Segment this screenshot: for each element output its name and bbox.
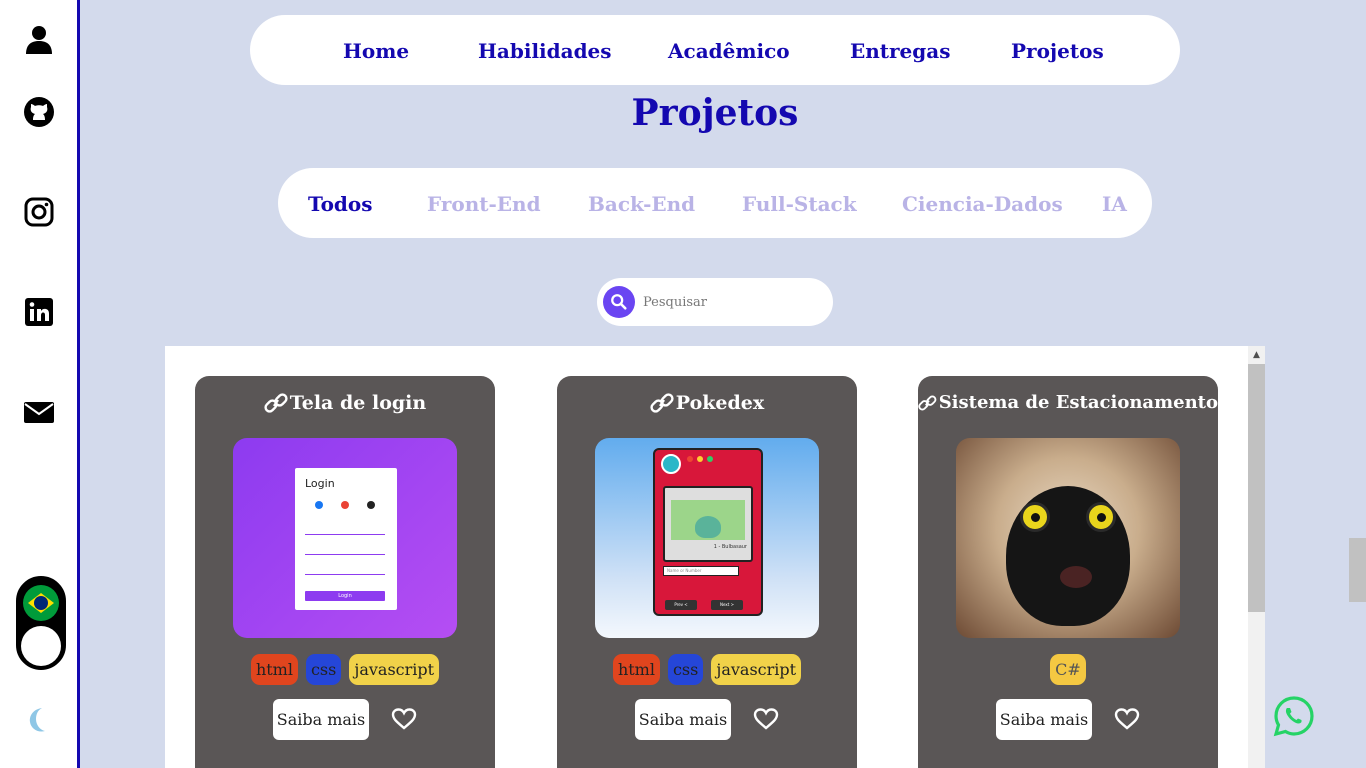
whatsapp-icon[interactable] [1273,695,1315,737]
linkedin-icon[interactable] [22,295,56,329]
heart-icon[interactable] [1114,707,1140,731]
nav-projetos[interactable]: Projetos [1011,39,1104,63]
search-box [597,278,833,326]
tag-csharp: C# [1050,654,1086,685]
page-title: Projetos [631,92,799,134]
nav-home[interactable]: Home [343,39,409,63]
top-navigation: Home Habilidades Acadêmico Entregas Proj… [250,15,1180,85]
scroll-up-arrow[interactable]: ▲ [1248,346,1265,363]
thumbnail-login-heading: Login [305,477,335,490]
search-button[interactable] [603,286,635,318]
language-toggle[interactable] [16,576,66,670]
filter-full-stack[interactable]: Full-Stack [742,192,857,216]
thumbnail-search-field: Name or Number [667,568,702,573]
saiba-mais-button[interactable]: Saiba mais [996,699,1092,740]
project-thumbnail[interactable] [956,438,1180,638]
mail-icon[interactable] [22,395,56,429]
scrollbar-thumb[interactable] [1248,364,1265,612]
project-title[interactable]: Sistema de Estacionamento [918,392,1218,413]
project-title[interactable]: Pokedex [557,392,857,414]
heart-icon[interactable] [753,707,779,731]
tech-tags: html css javascript [195,654,495,685]
thumbnail-prev-button: Prev < [674,602,688,607]
user-icon[interactable] [22,22,56,56]
saiba-mais-button[interactable]: Saiba mais [273,699,369,740]
toggle-knob [21,626,61,666]
link-icon [918,395,937,410]
filter-ciencia-dados[interactable]: Ciencia-Dados [902,192,1063,216]
nav-academico[interactable]: Acadêmico [668,39,790,63]
projects-panel: Tela de login Login Login html css javas… [165,346,1265,768]
brazil-flag-icon [23,585,59,621]
project-thumbnail[interactable]: 1 - Bulbasaur Name or Number Prev < Next… [595,438,819,638]
project-thumbnail[interactable]: Login Login [233,438,457,638]
tag-javascript: javascript [349,654,440,685]
saiba-mais-button[interactable]: Saiba mais [635,699,731,740]
tag-javascript: javascript [711,654,802,685]
project-card: Sistema de Estacionamento C# Saiba mais [918,376,1218,768]
thumbnail-pokemon-name: 1 - Bulbasaur [713,544,747,550]
project-card: Tela de login Login Login html css javas… [195,376,495,768]
tag-html: html [612,654,660,685]
search-input[interactable] [643,290,813,314]
tag-css: css [667,654,704,685]
panel-scrollbar[interactable]: ▲ [1248,346,1265,768]
tag-html: html [250,654,298,685]
project-card: Pokedex 1 - Bulbasaur Name or Number Pre… [557,376,857,768]
tech-tags: html css javascript [557,654,857,685]
thumbnail-login-button: Login [305,591,385,601]
heart-icon[interactable] [391,707,417,731]
tech-tags: C# [918,654,1218,685]
nav-entregas[interactable]: Entregas [850,39,951,63]
tag-css: css [305,654,342,685]
project-filter-tabs: Todos Front-End Back-End Full-Stack Cien… [278,168,1152,238]
project-title[interactable]: Tela de login [195,392,495,414]
nav-habilidades[interactable]: Habilidades [478,39,612,63]
link-icon [264,393,288,413]
instagram-icon[interactable] [22,195,56,229]
link-icon [650,393,674,413]
page-scrollbar-thumb[interactable] [1349,538,1366,602]
filter-back-end[interactable]: Back-End [588,192,695,216]
search-icon [611,294,627,310]
filter-front-end[interactable]: Front-End [427,192,541,216]
filter-todos[interactable]: Todos [308,192,373,216]
filter-ia[interactable]: IA [1102,192,1127,216]
thumbnail-next-button: Next > [720,602,734,607]
moon-icon[interactable] [24,706,52,734]
